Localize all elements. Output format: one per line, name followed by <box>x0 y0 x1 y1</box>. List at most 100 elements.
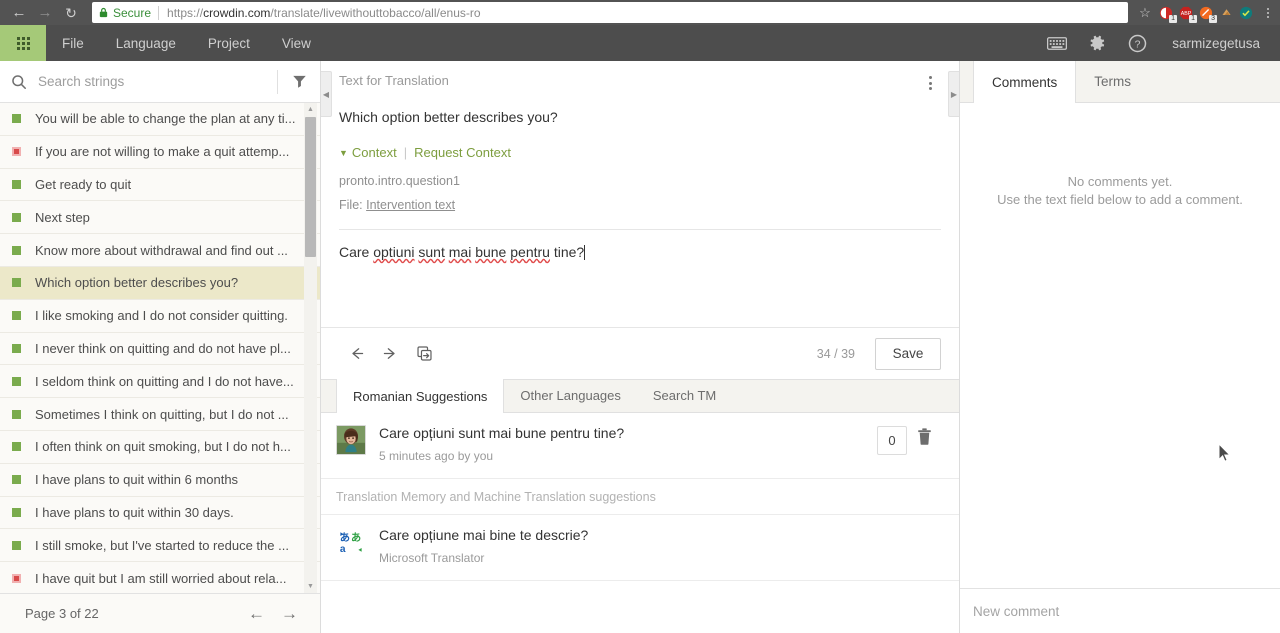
list-item[interactable]: Know more about withdrawal and find out … <box>0 234 320 267</box>
list-item[interactable]: Sometimes I think on quitting, but I do … <box>0 398 320 431</box>
list-item-label: I have plans to quit within 6 months <box>35 472 239 488</box>
list-item[interactable]: I have plans to quit within 6 months <box>0 464 320 497</box>
browser-reload-button[interactable]: ↻ <box>58 0 84 25</box>
prev-page-arrow-icon[interactable]: ← <box>248 605 265 622</box>
segment-misspelled: pentru <box>510 244 550 260</box>
scroll-down-arrow-icon[interactable]: ▼ <box>304 580 317 593</box>
file-link[interactable]: Intervention text <box>366 198 455 212</box>
translation-editor: ◀ ▶ Text for Translation Which option be… <box>321 61 960 633</box>
context-row: ▼ Context | Request Context <box>339 145 941 160</box>
list-item-selected[interactable]: Which option better describes you? <box>0 266 320 300</box>
new-comment-field[interactable]: New comment <box>960 588 1280 633</box>
tab-other-languages[interactable]: Other Languages <box>504 379 636 412</box>
adblock-plus-extension-icon[interactable]: ABP 1 <box>1176 0 1197 25</box>
crowdin-apps-grid-logo[interactable] <box>0 25 46 61</box>
grammar-check-extension-icon[interactable] <box>1236 0 1256 25</box>
list-item-label: Know more about withdrawal and find out … <box>35 242 288 258</box>
user-avatar[interactable] <box>336 425 366 455</box>
tan-extension-icon[interactable] <box>1216 0 1236 25</box>
context-toggle-link[interactable]: Context <box>352 145 397 160</box>
comments-empty-line1: No comments yet. <box>1067 174 1173 189</box>
search-input[interactable] <box>38 61 277 102</box>
orange-extension-icon[interactable]: 3 <box>1196 0 1217 25</box>
keyboard-shortcuts-icon[interactable] <box>1038 25 1076 61</box>
list-item[interactable]: If you are not willing to make a quit at… <box>0 136 320 169</box>
trash-icon[interactable] <box>907 425 941 446</box>
status-badge <box>12 114 21 124</box>
vote-count[interactable]: 0 <box>877 426 907 455</box>
help-icon[interactable]: ? <box>1118 25 1156 61</box>
address-bar[interactable]: Secure https://crowdin.com/translate/liv… <box>92 2 1128 23</box>
list-item-label: Which option better describes you? <box>35 275 239 291</box>
menu-language[interactable]: Language <box>100 25 192 61</box>
status-badge <box>12 212 21 222</box>
comments-tabs: Comments Terms <box>960 61 1280 103</box>
secure-label: Secure <box>113 5 152 20</box>
list-item[interactable]: I often think on quit smoking, but I do … <box>0 431 320 464</box>
suggestion-row-user[interactable]: Care opțiuni sunt mai bune pentru tine? … <box>321 413 959 479</box>
status-badge <box>12 507 21 517</box>
list-item[interactable]: I never think on quitting and do not hav… <box>0 333 320 366</box>
list-item[interactable]: Next step <box>0 201 320 235</box>
tab-search-tm[interactable]: Search TM <box>637 379 732 412</box>
tab-terms[interactable]: Terms <box>1076 61 1149 102</box>
list-item[interactable]: I still smoke, but I've started to reduc… <box>0 529 320 563</box>
list-item[interactable]: You will be able to change the plan at a… <box>0 103 320 136</box>
collapse-left-handle-icon[interactable]: ◀ <box>321 71 332 117</box>
list-item[interactable]: I like smoking and I do not consider qui… <box>0 300 320 333</box>
suggestion-meta: 5 minutes ago by you <box>379 449 494 463</box>
search-bar <box>0 61 320 103</box>
source-header: Text for Translation <box>339 73 941 95</box>
address-bar-url: https://crowdin.com/translate/livewithou… <box>167 5 481 20</box>
more-options-icon[interactable] <box>919 73 941 93</box>
list-item-label: I like smoking and I do not consider qui… <box>35 308 288 324</box>
list-item-label: If you are not willing to make a quit at… <box>35 144 290 160</box>
page-indicator: Page 3 of 22 <box>25 606 99 621</box>
save-button[interactable]: Save <box>875 337 941 370</box>
suggestion-row-machine[interactable]: あ a あ Care opțiune mai bine te descrie? … <box>321 515 959 581</box>
bookmark-star-icon[interactable]: ☆ <box>1134 5 1156 21</box>
status-badge <box>12 311 21 321</box>
list-item[interactable]: I seldom think on quitting and I do not … <box>0 365 320 399</box>
copy-source-icon[interactable] <box>407 337 441 371</box>
new-comment-placeholder: New comment <box>973 604 1060 619</box>
scroll-up-arrow-icon[interactable]: ▲ <box>304 103 317 116</box>
menu-view[interactable]: View <box>266 25 327 61</box>
translation-input[interactable]: Care optiuni sunt mai bune pentru tine? <box>321 230 959 327</box>
request-context-link[interactable]: Request Context <box>414 145 511 160</box>
ghostery-extension-icon[interactable]: 1 <box>1156 0 1177 25</box>
list-item-label: I have plans to quit within 30 days. <box>35 504 234 520</box>
account-username[interactable]: sarmizegetusa <box>1158 36 1270 51</box>
list-item-label: Next step <box>35 209 90 225</box>
previous-string-button[interactable] <box>339 337 373 371</box>
menu-project[interactable]: Project <box>192 25 266 61</box>
status-badge <box>12 147 21 157</box>
tab-romanian-suggestions[interactable]: Romanian Suggestions <box>336 379 505 413</box>
status-badge <box>12 245 21 255</box>
chrome-menu-icon[interactable] <box>1256 0 1280 25</box>
scrollbar-thumb[interactable] <box>305 117 316 257</box>
next-string-button[interactable] <box>373 337 407 371</box>
gear-icon[interactable] <box>1078 25 1116 61</box>
tab-comments[interactable]: Comments <box>973 61 1077 103</box>
strings-list-scrollbar[interactable]: ▲ ▼ <box>304 103 317 593</box>
filter-funnel-icon[interactable] <box>278 61 320 103</box>
list-item[interactable]: Get ready to quit <box>0 169 320 202</box>
comments-empty-line2: Use the text field below to add a commen… <box>997 192 1243 207</box>
status-badge <box>12 573 21 583</box>
next-page-arrow-icon[interactable]: → <box>281 605 298 622</box>
browser-back-button[interactable]: ← <box>6 0 32 25</box>
list-item[interactable]: I have plans to quit within 30 days. <box>0 497 320 530</box>
browser-forward-button[interactable]: → <box>32 0 58 25</box>
status-badge <box>12 179 21 189</box>
list-item-label: I never think on quitting and do not hav… <box>35 340 291 356</box>
status-badge <box>12 540 21 550</box>
grid-icon <box>16 36 30 50</box>
list-item[interactable]: I have quit but I am still worried about… <box>0 562 320 593</box>
segment-misspelled: mai <box>448 244 472 260</box>
strings-list[interactable]: You will be able to change the plan at a… <box>0 103 320 593</box>
menu-file[interactable]: File <box>46 25 100 61</box>
caret-down-icon[interactable]: ▼ <box>339 148 348 158</box>
collapse-right-handle-icon[interactable]: ▶ <box>948 71 959 117</box>
lock-icon <box>99 7 108 18</box>
